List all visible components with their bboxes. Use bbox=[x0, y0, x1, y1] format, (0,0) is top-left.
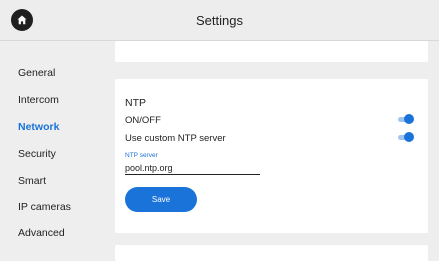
sidebar-item-advanced[interactable]: Advanced bbox=[18, 227, 65, 239]
next-settings-card bbox=[115, 245, 428, 261]
ntp-server-field-label: NTP server bbox=[125, 152, 158, 159]
ntp-on-off-toggle[interactable] bbox=[398, 114, 414, 124]
top-bar: Settings bbox=[0, 0, 439, 41]
previous-settings-card bbox=[115, 41, 428, 62]
sidebar-item-network[interactable]: Network bbox=[18, 121, 59, 133]
custom-ntp-server-toggle[interactable] bbox=[398, 132, 414, 142]
sidebar: General Intercom Network Security Smart … bbox=[0, 41, 110, 261]
on-off-label: ON/OFF bbox=[125, 115, 161, 126]
custom-ntp-server-label: Use custom NTP server bbox=[125, 133, 226, 144]
sidebar-item-smart[interactable]: Smart bbox=[18, 175, 46, 187]
ntp-section-title: NTP bbox=[125, 97, 146, 109]
sidebar-item-ip-cameras[interactable]: IP cameras bbox=[18, 201, 71, 213]
sidebar-item-security[interactable]: Security bbox=[18, 148, 56, 160]
sidebar-item-general[interactable]: General bbox=[18, 67, 55, 79]
save-button[interactable]: Save bbox=[125, 187, 197, 212]
ntp-server-input[interactable] bbox=[125, 161, 260, 175]
toggle-knob bbox=[404, 114, 414, 124]
toggle-knob bbox=[404, 132, 414, 142]
page-title: Settings bbox=[196, 13, 243, 28]
sidebar-item-intercom[interactable]: Intercom bbox=[18, 94, 59, 106]
ntp-settings-card: NTP ON/OFF Use custom NTP server NTP ser… bbox=[115, 79, 428, 233]
